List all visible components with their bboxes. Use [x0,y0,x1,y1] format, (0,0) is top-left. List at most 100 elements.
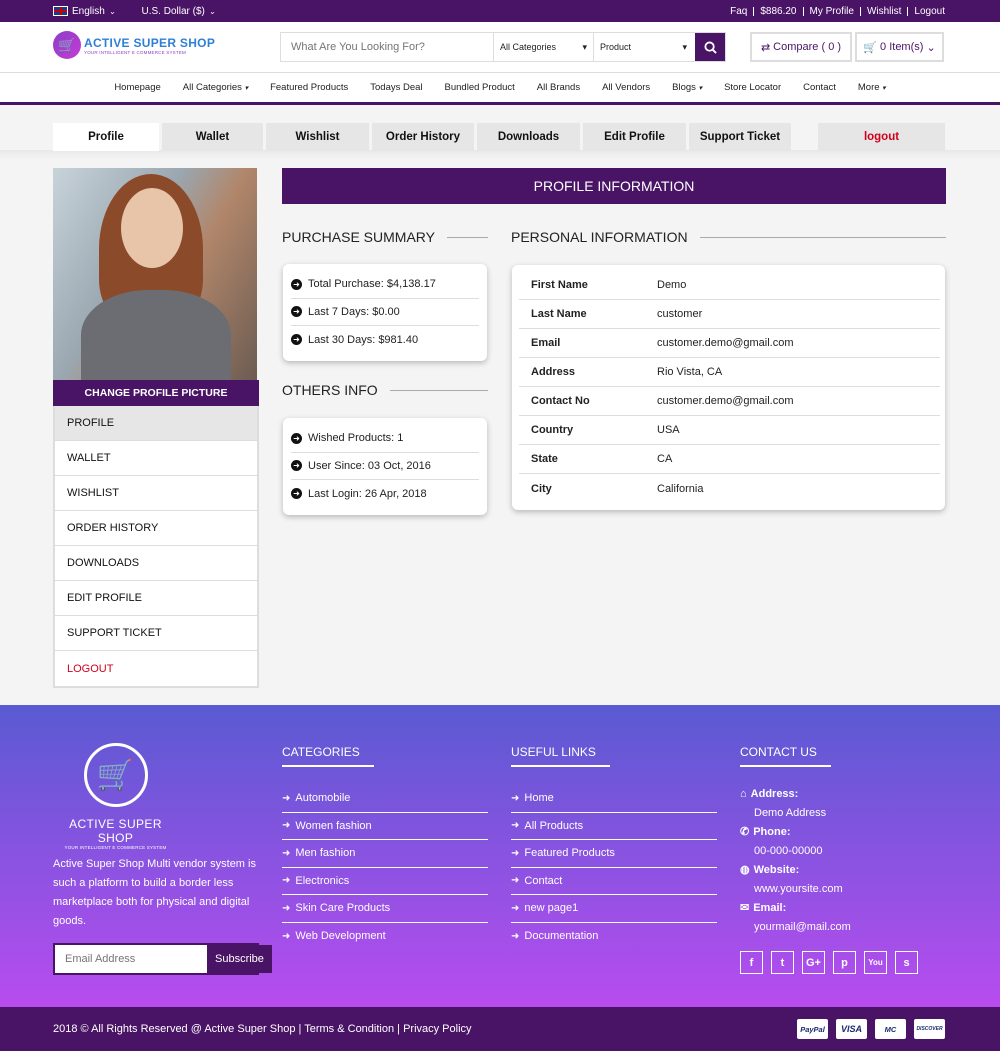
language-selector[interactable]: English ⌄ [53,6,116,17]
footer-link[interactable]: ➜ Contact [511,868,717,895]
footer-categories-title: CATEGORIES [282,745,374,767]
nav-homepage[interactable]: Homepage [103,82,171,93]
caret-icon: ▾ [882,85,886,92]
visa-icon: VISA [836,1019,867,1039]
arrow-circle-right-icon: ➜ [282,875,291,887]
skype-icon[interactable]: s [895,951,918,974]
change-profile-picture-button[interactable]: CHANGE PROFILE PICTURE [53,380,259,406]
footer-link[interactable]: ➜ Electronics [282,868,488,895]
compare-button[interactable]: ⇄ Compare ( 0 ) [750,32,852,62]
newsletter-form: Subscribe [53,943,272,975]
tab-downloads[interactable]: Downloads [477,123,580,151]
chevron-down-icon: ⌄ [208,6,216,16]
arrow-circle-right-icon: ➜ [511,792,520,804]
arrow-circle-right-icon: ➜ [291,278,302,290]
cart-button[interactable]: 🛒 0 Item(s) ⌄ [855,32,944,62]
newsletter-email-input[interactable] [55,945,207,973]
footer-link[interactable]: ➜ Home [511,785,717,813]
list-item: ➜ Last 7 Days: $0.00 [291,299,479,326]
balance-link[interactable]: $886.20 [754,6,804,16]
footer-link[interactable]: ➜ Automobile [282,785,488,813]
table-row: First Name Demo [519,271,940,300]
nav-store-locator[interactable]: Store Locator [713,82,792,93]
footer-link[interactable]: ➜ Featured Products [511,840,717,868]
arrow-circle-right-icon: ➜ [291,306,302,318]
category-select[interactable]: All Categories ▾ [493,33,593,61]
nav-all-categories[interactable]: All Categories ▾ [172,82,259,93]
table-row: Last Name customer [519,300,940,329]
nav-more[interactable]: More ▾ [847,82,897,93]
search-icon [703,40,717,54]
table-row: Country USA [519,416,940,445]
list-item: ➜ Last Login: 26 Apr, 2018 [291,480,479,508]
sidebar-item-edit-profile[interactable]: EDIT PROFILE [55,581,257,616]
sidebar-item-wallet[interactable]: WALLET [55,441,257,476]
tab-profile[interactable]: Profile [53,123,159,151]
sidebar-item-wishlist[interactable]: WISHLIST [55,476,257,511]
mastercard-icon: MC [875,1019,906,1039]
wishlist-link[interactable]: Wishlist [861,6,909,16]
type-select[interactable]: Product ▾ [593,33,693,61]
sidebar-item-logout[interactable]: LOGOUT [55,651,257,686]
nav-bundled-product[interactable]: Bundled Product [434,82,526,93]
table-row: Contact No customer.demo@gmail.com [519,387,940,416]
pinterest-icon[interactable]: p [833,951,856,974]
list-item: ➜ Last 30 Days: $981.40 [291,326,479,354]
table-row: State CA [519,445,940,474]
footer-logo[interactable]: 🛒 ACTIVE SUPER SHOP YOUR INTELLIGENT E C… [53,743,178,850]
search-button[interactable] [695,33,725,61]
site-logo[interactable]: 🛒 ACTIVE SUPER SHOP YOUR INTELLIGENT E C… [53,31,215,59]
footer-link[interactable]: ➜ Web Development [282,923,488,951]
sidebar-item-order-history[interactable]: ORDER HISTORY [55,511,257,546]
nav-all-vendors[interactable]: All Vendors [591,82,661,93]
footer-link[interactable]: ➜ new page1 [511,895,717,923]
footer-link[interactable]: ➜ Women fashion [282,813,488,840]
chevron-down-icon: ⌄ [926,41,936,54]
tab-support-ticket[interactable]: Support Ticket [689,123,791,151]
table-row: Email customer.demo@gmail.com [519,329,940,358]
search-input[interactable] [281,33,493,61]
footer-link[interactable]: ➜ Documentation [511,923,717,951]
nav-blogs[interactable]: Blogs ▾ [661,82,713,93]
sidebar-item-downloads[interactable]: DOWNLOADS [55,546,257,581]
nav-todays-deal[interactable]: Todays Deal [359,82,433,93]
currency-selector[interactable]: U.S. Dollar ($) ⌄ [142,6,216,17]
my-profile-link[interactable]: My Profile [804,6,861,16]
tab-wishlist[interactable]: Wishlist [266,123,369,151]
compare-arrows-icon: ⇄ [760,41,771,54]
arrow-circle-right-icon: ➜ [282,792,291,804]
nav-all-brands[interactable]: All Brands [526,82,591,93]
arrow-circle-right-icon: ➜ [282,820,291,832]
top-bar: English ⌄ U.S. Dollar ($) ⌄ Faq $886.20 My… [0,0,1000,22]
subscribe-button[interactable]: Subscribe [207,945,272,973]
arrow-circle-right-icon: ➜ [511,930,520,942]
caret-icon: ▾ [244,85,249,92]
footer-link[interactable]: ➜ Men fashion [282,840,488,868]
tab-edit-profile[interactable]: Edit Profile [583,123,686,151]
list-item: ➜ User Since: 03 Oct, 2016 [291,453,479,480]
arrow-circle-right-icon: ➜ [282,902,291,914]
nav-featured-products[interactable]: Featured Products [259,82,359,93]
footer-contact: CONTACT US ⌂ Address: Demo Address ✆ Phone… [740,745,946,974]
facebook-icon[interactable]: f [740,951,763,974]
youtube-icon[interactable]: You [864,951,887,974]
twitter-icon[interactable]: t [771,951,794,974]
tab-wallet[interactable]: Wallet [162,123,263,151]
tab-logout[interactable]: logout [818,123,945,151]
sidebar-item-profile[interactable]: PROFILE [55,406,257,441]
arrow-circle-right-icon: ➜ [511,847,520,859]
profile-tabs: Profile Wallet Wishlist Order History Do… [53,123,945,151]
tab-order-history[interactable]: Order History [372,123,474,151]
footer-link[interactable]: ➜ Skin Care Products [282,895,488,923]
cart-logo-icon: 🛒 [83,743,148,807]
arrow-circle-right-icon: ➜ [511,820,520,832]
profile-picture [53,168,257,380]
footer-link[interactable]: ➜ All Products [511,813,717,840]
arrow-circle-right-icon: ➜ [511,875,520,887]
faq-link[interactable]: Faq [724,6,755,16]
logout-link[interactable]: Logout [908,6,945,16]
sidebar-item-support-ticket[interactable]: SUPPORT TICKET [55,616,257,651]
google-plus-icon[interactable]: G+ [802,951,825,974]
nav-contact[interactable]: Contact [792,82,847,93]
tab-shadow [0,150,1000,160]
